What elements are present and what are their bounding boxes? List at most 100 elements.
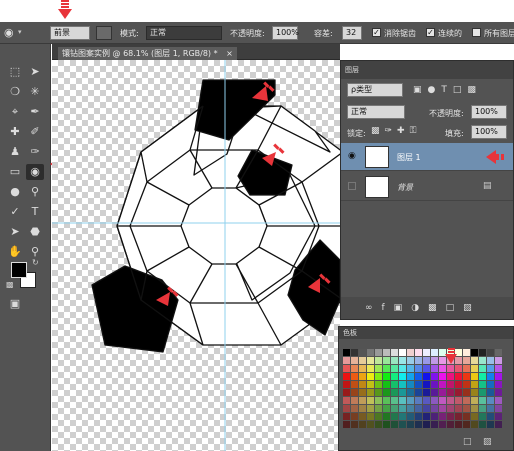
color-swatch[interactable]	[375, 349, 382, 356]
color-swatch[interactable]	[487, 397, 494, 404]
layer-row-background[interactable]: 背景 ▤	[341, 173, 513, 201]
swatch-grid[interactable]	[343, 349, 503, 437]
color-swatch[interactable]	[455, 413, 462, 420]
color-swatch[interactable]	[487, 365, 494, 372]
color-swatch[interactable]	[407, 373, 414, 380]
color-swatch[interactable]	[415, 397, 422, 404]
color-swatch[interactable]	[391, 421, 398, 428]
color-swatch[interactable]	[375, 365, 382, 372]
color-swatch[interactable]	[343, 421, 350, 428]
color-swatch[interactable]	[399, 421, 406, 428]
all-layers-checkbox[interactable]	[472, 28, 481, 37]
color-swatch[interactable]	[359, 421, 366, 428]
layer-name[interactable]: 背景	[397, 182, 413, 193]
color-swatch[interactable]	[463, 389, 470, 396]
color-swatch[interactable]	[383, 365, 390, 372]
color-swatch[interactable]	[391, 389, 398, 396]
color-swatch[interactable]	[391, 381, 398, 388]
color-swatch[interactable]	[431, 381, 438, 388]
color-swatch[interactable]	[463, 413, 470, 420]
color-swatch[interactable]	[367, 381, 374, 388]
color-swatch[interactable]	[343, 389, 350, 396]
color-swatch[interactable]	[439, 421, 446, 428]
eraser-icon[interactable]: ▭	[6, 164, 24, 180]
color-swatch[interactable]	[391, 365, 398, 372]
swatches-panel-tab[interactable]: 色板	[339, 327, 513, 339]
color-swatch[interactable]	[423, 405, 430, 412]
color-swatch[interactable]	[495, 397, 502, 404]
color-swatch[interactable]	[423, 413, 430, 420]
color-swatch[interactable]	[415, 405, 422, 412]
color-swatch[interactable]	[447, 373, 454, 380]
color-swatch[interactable]	[487, 357, 494, 364]
color-swatch[interactable]	[359, 397, 366, 404]
color-swatch[interactable]	[471, 413, 478, 420]
color-swatch[interactable]	[367, 373, 374, 380]
brush-icon[interactable]: ✐	[26, 124, 44, 140]
color-swatch[interactable]	[423, 349, 430, 356]
blur-icon[interactable]: ●	[6, 184, 24, 200]
color-swatch[interactable]	[423, 421, 430, 428]
color-swatch[interactable]	[375, 373, 382, 380]
color-swatch[interactable]	[343, 381, 350, 388]
color-swatch[interactable]	[439, 381, 446, 388]
color-swatch[interactable]	[471, 349, 478, 356]
color-swatch[interactable]	[399, 365, 406, 372]
color-swatch[interactable]	[343, 373, 350, 380]
color-swatch[interactable]	[375, 357, 382, 364]
color-swatch[interactable]	[495, 381, 502, 388]
color-swatch[interactable]	[367, 357, 374, 364]
color-swatch[interactable]	[351, 373, 358, 380]
color-swatch[interactable]	[383, 389, 390, 396]
color-swatch[interactable]	[479, 357, 486, 364]
color-swatch[interactable]	[399, 413, 406, 420]
color-swatch[interactable]	[495, 413, 502, 420]
color-swatch[interactable]	[375, 397, 382, 404]
color-swatch[interactable]	[431, 365, 438, 372]
color-swatch[interactable]	[431, 405, 438, 412]
color-swatch[interactable]	[383, 421, 390, 428]
layer-filter-select[interactable]: ρ类型	[347, 83, 403, 97]
color-swatch[interactable]	[383, 349, 390, 356]
color-swatch[interactable]	[359, 413, 366, 420]
color-swatch[interactable]	[471, 373, 478, 380]
color-swatch[interactable]	[375, 381, 382, 388]
color-swatch[interactable]	[423, 381, 430, 388]
opacity-input[interactable]: 100%	[272, 26, 299, 40]
color-swatch[interactable]	[455, 381, 462, 388]
color-swatch[interactable]	[455, 389, 462, 396]
color-swatch[interactable]	[463, 349, 470, 356]
color-swatch[interactable]	[367, 365, 374, 372]
color-swatch[interactable]	[471, 357, 478, 364]
color-swatch[interactable]	[463, 373, 470, 380]
color-swatch[interactable]	[383, 381, 390, 388]
color-swatch[interactable]	[351, 405, 358, 412]
color-swatch[interactable]	[463, 397, 470, 404]
color-swatch[interactable]	[447, 405, 454, 412]
color-swatch[interactable]	[479, 373, 486, 380]
color-swatch[interactable]	[447, 397, 454, 404]
fill-input[interactable]: 100%	[471, 125, 507, 139]
visibility-box[interactable]	[348, 182, 356, 190]
close-icon[interactable]: ×	[226, 49, 233, 58]
color-swatch[interactable]	[479, 405, 486, 412]
color-swatch[interactable]	[383, 413, 390, 420]
stamp-icon[interactable]: ♟	[6, 144, 24, 160]
color-swatch[interactable]	[343, 365, 350, 372]
color-swatch[interactable]	[407, 421, 414, 428]
color-swatch[interactable]	[375, 389, 382, 396]
color-swatch[interactable]	[495, 357, 502, 364]
link-icon[interactable]: ∞	[365, 303, 382, 313]
color-swatch[interactable]	[359, 381, 366, 388]
layer-name[interactable]: 图层 1	[397, 152, 421, 163]
color-swatch[interactable]	[471, 405, 478, 412]
color-swatch[interactable]	[351, 421, 358, 428]
paint-bucket-icon[interactable]: ◉	[4, 26, 14, 39]
color-swatch[interactable]	[495, 373, 502, 380]
color-swatch[interactable]	[447, 413, 454, 420]
color-swatch[interactable]	[479, 349, 486, 356]
color-swatch[interactable]	[407, 389, 414, 396]
color-swatch[interactable]	[447, 421, 454, 428]
color-swatch[interactable]	[423, 373, 430, 380]
color-swatch[interactable]	[479, 381, 486, 388]
